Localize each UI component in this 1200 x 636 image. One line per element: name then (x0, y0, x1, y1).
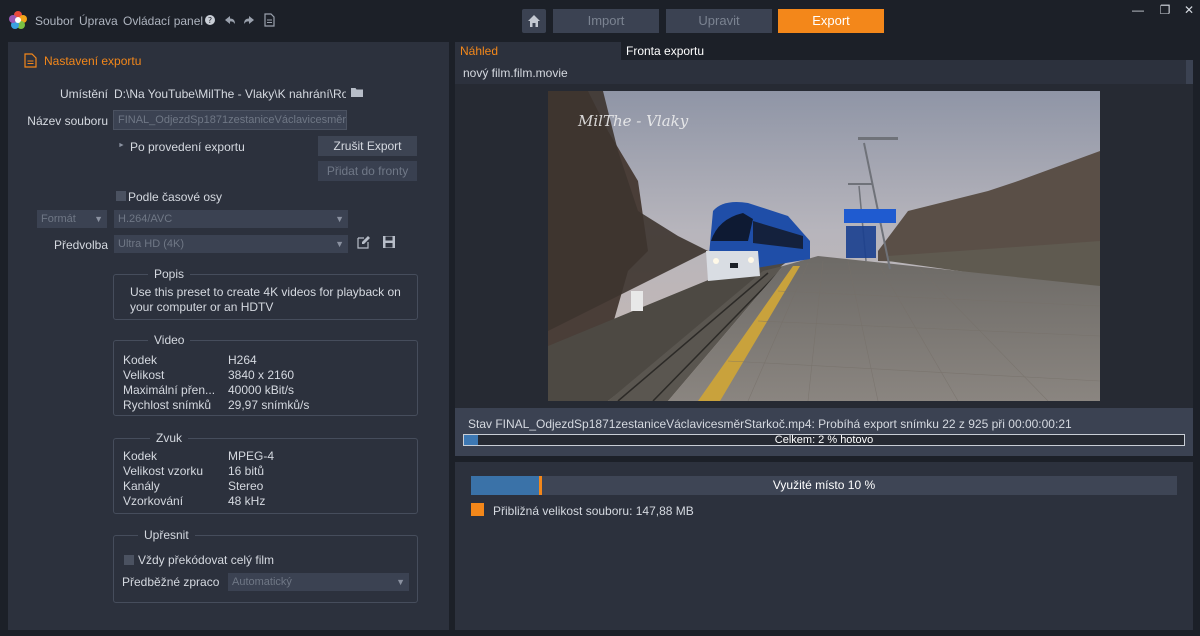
format-select[interactable]: H.264/AVC ▼ (114, 210, 348, 228)
video-bitrate-value: 40000 kBit/s (228, 383, 295, 397)
after-export-label[interactable]: Po provedení exportu (130, 140, 245, 154)
video-framerate-key: Rychlost snímků (123, 398, 212, 412)
video-size-value: 3840 x 2160 (228, 368, 295, 382)
video-framerate-value: 29,97 snímků/s (228, 398, 310, 412)
disk-usage-label: Využité místo 10 % (772, 478, 876, 492)
watermark-text: MilThe - Vlaky (577, 112, 689, 130)
chevron-down-icon: ▼ (335, 214, 344, 224)
audio-samplerate-key: Vzorkování (123, 494, 184, 508)
tab-export-queue[interactable]: Fronta exportu (621, 42, 1193, 60)
format-label-select[interactable]: Formát ▼ (37, 210, 107, 228)
filename-label: Název souboru (27, 114, 108, 128)
edit-preset-icon[interactable] (357, 235, 371, 249)
export-button[interactable]: Export (778, 9, 884, 33)
format-label: Formát (41, 213, 76, 225)
title-bar: Soubor Úprava Ovládací panel ? Import Up… (0, 0, 1200, 42)
folder-icon[interactable] (351, 87, 363, 98)
undo-icon[interactable] (223, 13, 237, 27)
help-icon[interactable]: ? (203, 13, 217, 27)
export-progress-bar: Celkem: 2 % hotovo (463, 434, 1185, 446)
export-settings-icon (24, 53, 37, 68)
refine-group: Upřesnit Vždy překódovat celý film Předb… (113, 528, 418, 603)
audio-samplerate-value: 48 kHz (228, 494, 266, 508)
export-status-bar: Stav FINAL_OdjezdSp1871zestaniceVáclavic… (455, 408, 1193, 456)
video-size-key: Velikost (123, 368, 165, 382)
tab-preview[interactable]: Náhled (455, 42, 621, 60)
export-settings-panel: Nastavení exportu Umístění D:\Na YouTube… (8, 42, 449, 630)
close-icon[interactable]: ✕ (1182, 3, 1196, 17)
svg-text:?: ? (208, 16, 212, 25)
export-progress-label: Celkem: 2 % hotovo (774, 434, 874, 446)
description-title: Popis (148, 267, 191, 281)
location-value[interactable]: D:\Na YouTube\MilThe - Vlaky\K nahrání\R… (114, 87, 346, 101)
audio-title: Zvuk (150, 431, 189, 445)
cancel-export-button[interactable]: Zrušit Export (318, 136, 417, 156)
chevron-down-icon: ▼ (94, 214, 103, 224)
prerender-label: Předběžné zpraco (122, 575, 220, 589)
audio-codec-key: Kodek (123, 449, 158, 463)
video-bitrate-key: Maximální přen... (123, 383, 216, 397)
video-frame-image: MilThe - Vlaky (548, 91, 1100, 401)
description-text: Use this preset to create 4K videos for … (130, 285, 401, 314)
timeline-checkbox[interactable] (116, 191, 126, 201)
filename-input[interactable]: FINAL_OdjezdSp1871zestaniceVáclavicesměr… (113, 110, 347, 130)
audio-channels-value: Stereo (228, 479, 264, 493)
video-group: Video Kodek H264 Velikost 3840 x 2160 Ma… (113, 333, 418, 416)
disk-usage-bar: Využité místo 10 % (471, 476, 1177, 495)
audio-sample-size-key: Velikost vzorku (123, 464, 204, 478)
expand-arrow-icon[interactable]: ► (118, 142, 125, 149)
preview-panel: nový film.film.movie MilThe - Vlaky Stav… (455, 60, 1193, 456)
audio-codec-value: MPEG-4 (228, 449, 275, 463)
preview-area: MilThe - Vlaky (455, 84, 1193, 408)
recode-label[interactable]: Vždy překódovat celý film (138, 553, 274, 567)
timeline-label[interactable]: Podle časové osy (128, 190, 222, 204)
disk-usage-panel: Využité místo 10 % Přibližná velikost so… (455, 462, 1193, 630)
description-group: Popis Use this preset to create 4K video… (113, 267, 418, 320)
preview-tabs: Náhled Fronta exportu (455, 42, 1193, 60)
location-label: Umístění (59, 87, 108, 101)
video-preview[interactable]: MilThe - Vlaky (548, 91, 1100, 401)
export-status-text: Stav FINAL_OdjezdSp1871zestaniceVáclavic… (468, 417, 1072, 431)
add-to-queue-button[interactable]: Přidat do fronty (318, 161, 417, 181)
audio-group: Zvuk Kodek MPEG-4 Velikost vzorku 16 bit… (113, 431, 418, 514)
menu-edit[interactable]: Úprava (79, 14, 118, 28)
panel-title: Nastavení exportu (44, 54, 142, 68)
redo-icon[interactable] (242, 13, 256, 27)
file-size-swatch (471, 503, 484, 516)
preset-value: Ultra HD (4K) (118, 238, 185, 250)
menu-file[interactable]: Soubor (35, 14, 74, 28)
import-button[interactable]: Import (553, 9, 659, 33)
prerender-value: Automatický (232, 576, 292, 588)
audio-channels-key: Kanály (123, 479, 160, 493)
prerender-select[interactable]: Automatický ▼ (228, 573, 409, 591)
video-title: Video (148, 333, 191, 347)
edit-button[interactable]: Upravit (666, 9, 772, 33)
home-icon (528, 15, 540, 27)
recode-checkbox[interactable] (124, 555, 134, 565)
minimize-icon[interactable]: — (1131, 3, 1145, 17)
audio-sample-size-value: 16 bitů (228, 464, 265, 478)
restore-icon[interactable]: ❐ (1158, 3, 1172, 17)
app-logo-icon (9, 11, 27, 29)
chevron-down-icon: ▼ (335, 239, 344, 249)
preset-label: Předvolba (53, 238, 108, 252)
format-value: H.264/AVC (118, 213, 173, 225)
save-preset-icon[interactable] (382, 235, 396, 249)
chevron-down-icon: ▼ (396, 577, 405, 587)
menu-control-panel[interactable]: Ovládací panel (123, 14, 203, 28)
preset-select[interactable]: Ultra HD (4K) ▼ (114, 235, 348, 253)
home-button[interactable] (522, 9, 546, 33)
refine-title: Upřesnit (138, 528, 195, 542)
file-size-text: Přibližná velikost souboru: 147,88 MB (493, 504, 694, 518)
video-codec-value: H264 (228, 353, 257, 367)
document-icon[interactable] (262, 13, 276, 27)
movie-name: nový film.film.movie (463, 66, 568, 80)
video-codec-key: Kodek (123, 353, 158, 367)
